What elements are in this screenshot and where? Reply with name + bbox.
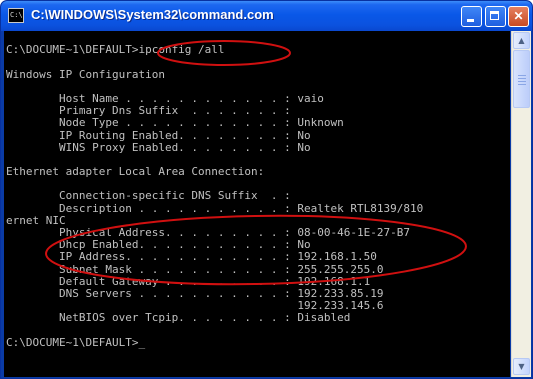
- console-line: C:\DOCUME~1\DEFAULT>ipconfig /all: [6, 43, 225, 57]
- console-line: C:\DOCUME~1\DEFAULT>_: [6, 335, 146, 349]
- console-line: WINS Proxy Enabled. . . . . . . . : No: [6, 140, 311, 154]
- grip-line: [518, 78, 526, 79]
- console-line: Subnet Mask . . . . . . . . . . . : 255.…: [6, 262, 384, 276]
- maximize-button[interactable]: [485, 6, 506, 27]
- title-bar[interactable]: C:\ C:\WINDOWS\System32\command.com ✕: [1, 1, 532, 31]
- command-prompt-window: C:\ C:\WINDOWS\System32\command.com ✕ C:…: [0, 0, 533, 379]
- grip-line: [518, 81, 526, 82]
- close-button[interactable]: ✕: [508, 6, 529, 27]
- scroll-down-button[interactable]: ▼: [513, 358, 530, 375]
- minimize-button[interactable]: [461, 6, 482, 27]
- console-app-icon[interactable]: C:\: [8, 8, 24, 23]
- grip-line: [518, 75, 526, 76]
- console-line: IP Routing Enabled. . . . . . . . : No: [6, 128, 311, 142]
- close-icon: ✕: [513, 9, 524, 23]
- console-line: IP Address. . . . . . . . . . . . : 192.…: [6, 250, 377, 264]
- minimize-icon: [467, 19, 474, 22]
- grip-line: [518, 84, 526, 85]
- console-line: NetBIOS over Tcpip. . . . . . . . : Disa…: [6, 311, 351, 325]
- console-text: C:\DOCUME~1\DEFAULT>ipconfig /all Windows…: [6, 32, 423, 349]
- scroll-up-button[interactable]: ▲: [513, 32, 530, 49]
- scroll-down-arrow-icon: ▼: [518, 362, 525, 371]
- console-line: Connection-specific DNS Suffix . :: [6, 189, 291, 203]
- console-line: Description . . . . . . . . . . . : Real…: [6, 201, 424, 215]
- text-cursor: _: [138, 335, 146, 349]
- maximize-icon: [490, 11, 499, 20]
- vertical-scrollbar[interactable]: ▲ ▼: [511, 31, 531, 377]
- scrollbar-thumb[interactable]: [513, 50, 530, 108]
- window-title: C:\WINDOWS\System32\command.com: [31, 7, 274, 22]
- console-line: Ethernet adapter Local Area Connection:: [6, 165, 265, 179]
- console-line: Windows IP Configuration: [6, 67, 165, 81]
- console-output-area[interactable]: C:\DOCUME~1\DEFAULT>ipconfig /all Windows…: [4, 31, 510, 377]
- scroll-up-arrow-icon: ▲: [518, 36, 525, 45]
- console-line: Node Type . . . . . . . . . . . . : Unkn…: [6, 116, 344, 130]
